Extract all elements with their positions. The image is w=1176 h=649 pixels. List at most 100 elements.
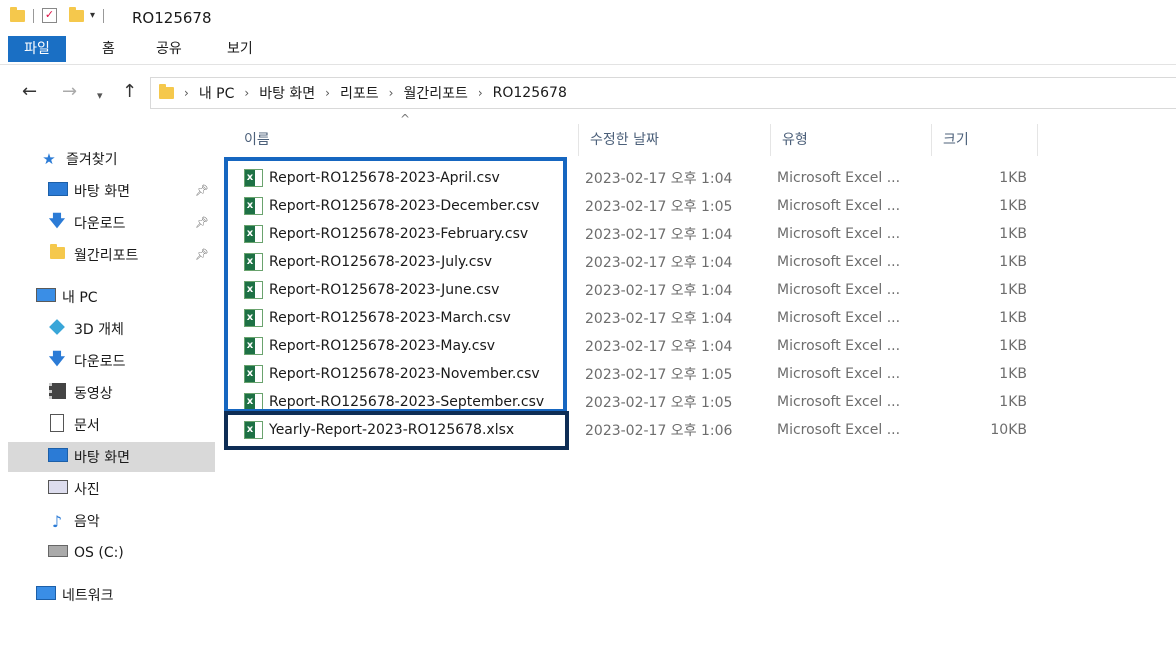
sidebar-item-music[interactable]: ♪ 음악 xyxy=(48,506,215,536)
sidebar-item-label: 월간리포트 xyxy=(74,248,139,264)
file-type: Microsoft Excel ... xyxy=(777,198,901,214)
file-date: 2023-02-17 오후 1:06 xyxy=(585,423,733,439)
file-type: Microsoft Excel ... xyxy=(777,254,901,270)
file-type: Microsoft Excel ... xyxy=(777,310,901,326)
picture-icon xyxy=(48,480,68,494)
sidebar-item-label: 문서 xyxy=(74,418,100,434)
folder-icon xyxy=(159,84,174,99)
recent-locations-chevron-icon[interactable]: ▾ xyxy=(97,86,103,106)
file-size: 1KB xyxy=(999,282,1027,298)
sidebar-item-label: OS (C:) xyxy=(74,545,124,561)
breadcrumb-reports[interactable]: 리포트 xyxy=(340,83,379,103)
navigation-pane: ★ 즐겨찾기 바탕 화면 📌︎ 🡇 다운로드 📌︎ 월간리포트 📌︎ 내 PC … xyxy=(0,140,216,649)
sidebar-item-monthly-reports[interactable]: 월간리포트 📌︎ xyxy=(48,240,215,270)
file-type: Microsoft Excel ... xyxy=(777,282,901,298)
chevron-right-icon[interactable]: › xyxy=(478,86,483,100)
up-arrow-icon[interactable]: ↑ xyxy=(122,82,137,102)
breadcrumb-my-pc[interactable]: 내 PC xyxy=(199,83,235,103)
document-icon xyxy=(50,414,64,432)
file-type: Microsoft Excel ... xyxy=(777,170,901,186)
file-size: 1KB xyxy=(999,338,1027,354)
chevron-right-icon[interactable]: › xyxy=(184,86,189,100)
tab-home[interactable]: 홈 xyxy=(102,36,115,62)
forward-arrow-icon[interactable]: → xyxy=(62,82,77,102)
sidebar-item-label: 다운로드 xyxy=(74,216,126,232)
chevron-right-icon[interactable]: › xyxy=(325,86,330,100)
chevron-right-icon[interactable]: › xyxy=(389,86,394,100)
file-date: 2023-02-17 오후 1:04 xyxy=(585,171,733,187)
3d-objects-icon xyxy=(49,319,65,335)
properties-icon[interactable]: ✓ xyxy=(42,8,57,23)
sidebar-item-network[interactable]: 네트워크 xyxy=(36,580,215,610)
window-title: RO125678 xyxy=(132,9,212,27)
chevron-right-icon[interactable]: › xyxy=(244,86,249,100)
breadcrumb-monthly-reports[interactable]: 월간리포트 xyxy=(403,83,467,103)
sidebar-item-label: 사진 xyxy=(74,482,100,498)
file-date: 2023-02-17 오후 1:05 xyxy=(585,367,733,383)
file-type: Microsoft Excel ... xyxy=(777,226,901,242)
sidebar-item-label: 동영상 xyxy=(74,386,113,402)
sidebar-item-drive-c[interactable]: OS (C:) xyxy=(48,538,215,568)
column-header-size[interactable]: 크기 xyxy=(933,124,1038,156)
video-icon xyxy=(48,383,66,399)
file-type: Microsoft Excel ... xyxy=(777,366,901,382)
sidebar-item-3d-objects[interactable]: 3D 개체 xyxy=(48,314,215,344)
sidebar-item-label: 바탕 화면 xyxy=(74,450,130,466)
tab-share[interactable]: 공유 xyxy=(156,36,182,62)
sidebar-item-my-pc[interactable]: 내 PC xyxy=(36,282,215,312)
file-type: Microsoft Excel ... xyxy=(777,422,901,438)
sidebar-item-desktop-pinned[interactable]: 바탕 화면 📌︎ xyxy=(48,176,215,206)
folder-icon xyxy=(49,244,65,259)
desktop-icon xyxy=(48,448,68,462)
pin-icon[interactable]: 📌︎ xyxy=(195,216,209,229)
sidebar-item-label: 바탕 화면 xyxy=(74,184,130,200)
quick-access-toolbar: ✓ ▾ xyxy=(10,6,112,23)
music-icon: ♪ xyxy=(51,511,63,531)
file-size: 1KB xyxy=(999,170,1027,186)
file-date: 2023-02-17 오후 1:04 xyxy=(585,255,733,271)
file-date: 2023-02-17 오후 1:04 xyxy=(585,227,733,243)
file-date: 2023-02-17 오후 1:04 xyxy=(585,283,733,299)
new-folder-icon[interactable] xyxy=(69,6,84,22)
download-icon: 🡇 xyxy=(48,348,66,368)
ribbon-tabs: 파일 홈 공유 보기 xyxy=(0,34,1176,65)
sidebar-item-documents[interactable]: 문서 xyxy=(48,410,215,440)
sidebar-item-downloads[interactable]: 🡇 다운로드 xyxy=(48,346,215,376)
pin-icon[interactable]: 📌︎ xyxy=(195,248,209,261)
address-bar[interactable]: › 내 PC › 바탕 화면 › 리포트 › 월간리포트 › RO125678 xyxy=(150,77,1176,109)
column-header-name[interactable]: 이름 xyxy=(232,124,579,156)
xlsx-file-highlight-box xyxy=(224,411,569,450)
tab-file[interactable]: 파일 xyxy=(8,36,66,62)
file-size: 1KB xyxy=(999,310,1027,326)
sidebar-item-label: 내 PC xyxy=(62,290,98,306)
customize-toolbar-icon[interactable]: ▾ xyxy=(90,10,95,21)
sidebar-item-desktop[interactable]: 바탕 화면 xyxy=(8,442,215,472)
file-type: Microsoft Excel ... xyxy=(777,394,901,410)
file-size: 1KB xyxy=(999,394,1027,410)
file-size: 10KB xyxy=(990,422,1027,438)
sidebar-item-favorites[interactable]: ★ 즐겨찾기 xyxy=(40,144,215,174)
network-icon xyxy=(36,586,56,600)
sidebar-item-downloads-pinned[interactable]: 🡇 다운로드 📌︎ xyxy=(48,208,215,238)
sidebar-item-label: 네트워크 xyxy=(62,588,114,604)
sidebar-item-pictures[interactable]: 사진 xyxy=(48,474,215,504)
download-icon: 🡇 xyxy=(48,210,66,230)
back-arrow-icon[interactable]: ← xyxy=(22,82,37,102)
desktop-icon xyxy=(48,182,68,196)
file-date: 2023-02-17 오후 1:05 xyxy=(585,199,733,215)
pin-icon[interactable]: 📌︎ xyxy=(195,184,209,197)
folder-icon xyxy=(10,6,25,22)
column-header-date[interactable]: 수정한 날짜 xyxy=(580,124,771,156)
csv-files-highlight-box xyxy=(224,157,567,413)
sidebar-item-videos[interactable]: 동영상 xyxy=(48,378,215,408)
sidebar-item-label: 음악 xyxy=(74,514,100,530)
sidebar-item-label: 3D 개체 xyxy=(74,322,124,338)
column-header-type[interactable]: 유형 xyxy=(772,124,932,156)
breadcrumb-current-folder[interactable]: RO125678 xyxy=(493,85,567,101)
file-date: 2023-02-17 오후 1:04 xyxy=(585,339,733,355)
file-date: 2023-02-17 오후 1:05 xyxy=(585,395,733,411)
breadcrumb-desktop[interactable]: 바탕 화면 xyxy=(259,83,315,103)
tab-view[interactable]: 보기 xyxy=(227,36,253,62)
pc-icon xyxy=(36,288,56,302)
file-size: 1KB xyxy=(999,226,1027,242)
